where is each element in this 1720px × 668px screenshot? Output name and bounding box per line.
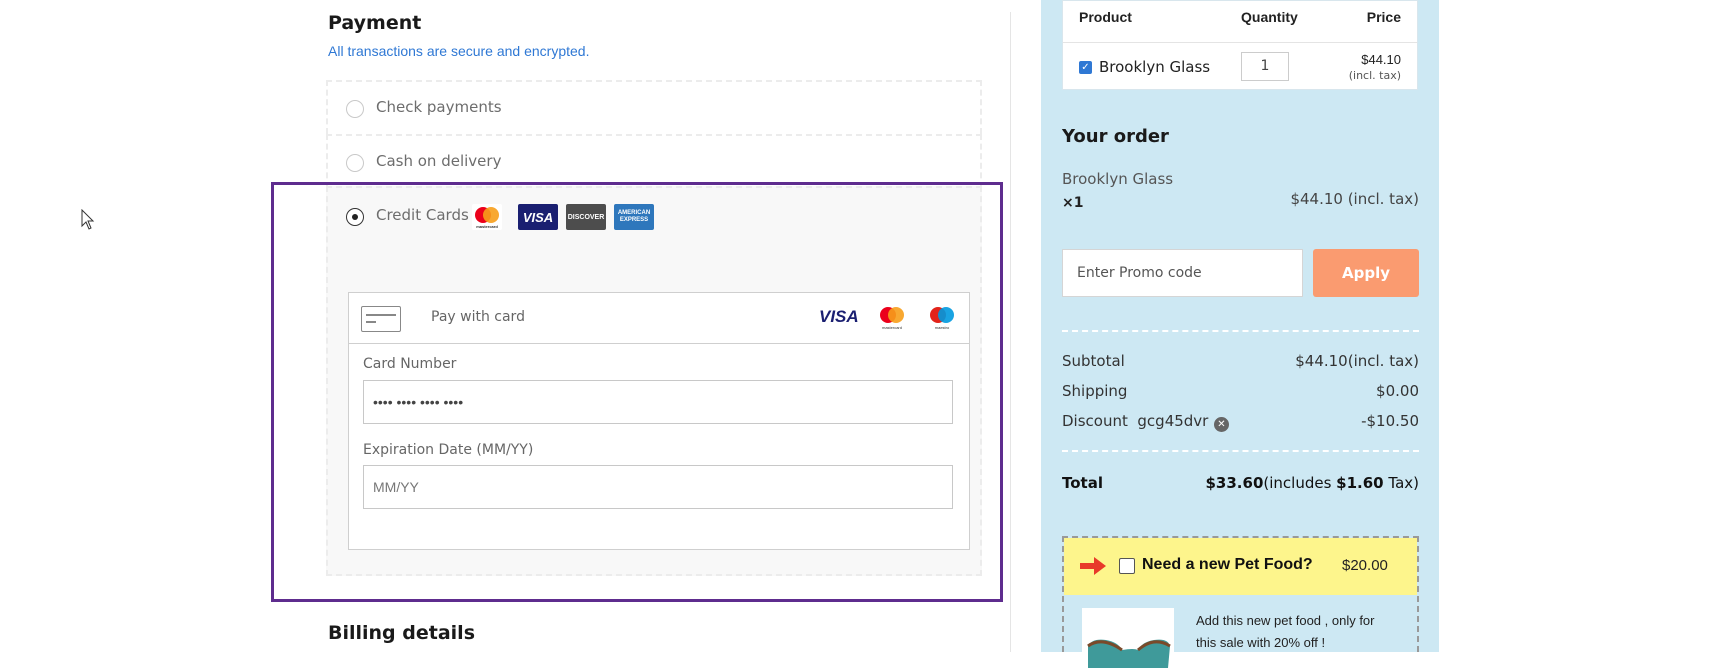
- column-header-product: Product: [1079, 9, 1132, 25]
- arrow-right-icon: [1080, 556, 1106, 576]
- total-label: Total: [1062, 474, 1103, 492]
- total-value: $33.60(includes $1.60 Tax): [1206, 474, 1420, 492]
- selection-highlight: [271, 182, 1003, 602]
- product-name: Brooklyn Glass: [1099, 58, 1211, 76]
- upsell-bar: Need a new Pet Food? $20.00: [1064, 538, 1417, 595]
- divider: [1062, 330, 1419, 332]
- radio-cash-on-delivery[interactable]: [346, 154, 364, 172]
- apply-promo-button[interactable]: Apply: [1313, 249, 1419, 297]
- billing-details-title: Billing details: [328, 622, 475, 644]
- total-tax-suffix: Tax): [1383, 474, 1419, 492]
- payment-option-label: Cash on delivery: [376, 152, 502, 170]
- table-row: ✓ Brooklyn Glass 1 $44.10 (incl. tax): [1063, 42, 1417, 90]
- quantity-input[interactable]: 1: [1241, 52, 1289, 81]
- column-header-price: Price: [1366, 9, 1401, 25]
- shipping-value: $0.00: [1376, 382, 1419, 400]
- product-tax-note: (incl. tax): [1348, 69, 1401, 82]
- divider: [1062, 450, 1419, 452]
- shipping-label: Shipping: [1062, 382, 1128, 400]
- upsell-box: Need a new Pet Food? $20.00 Add this new…: [1062, 536, 1419, 668]
- upsell-description: Add this new pet food , only for this sa…: [1196, 613, 1375, 650]
- remove-discount-icon[interactable]: ✕: [1214, 417, 1229, 432]
- total-tax: $1.60: [1336, 474, 1384, 492]
- payment-title: Payment: [328, 12, 422, 34]
- discount-label-text: Discount: [1062, 412, 1128, 430]
- total-includes-prefix: (includes: [1263, 474, 1337, 492]
- upsell-checkbox[interactable]: [1119, 558, 1135, 574]
- subtotal-label: Subtotal: [1062, 352, 1125, 370]
- order-item-price: $44.10 (incl. tax): [1290, 190, 1419, 208]
- discount-label: Discount gcg45dvr: [1062, 412, 1208, 430]
- your-order-title: Your order: [1062, 126, 1169, 147]
- column-header-quantity: Quantity: [1241, 9, 1298, 25]
- column-divider: [1010, 12, 1011, 652]
- product-price: $44.10: [1361, 52, 1401, 67]
- discount-value: -$10.50: [1361, 412, 1419, 430]
- total-amount: $33.60: [1205, 474, 1264, 492]
- order-item-quantity: ×1: [1062, 195, 1084, 211]
- promo-code-input[interactable]: Enter Promo code: [1062, 249, 1303, 297]
- radio-check-payments[interactable]: [346, 100, 364, 118]
- product-table: Product Quantity Price ✓ Brooklyn Glass …: [1062, 0, 1418, 90]
- payment-option-check[interactable]: Check payments: [326, 80, 982, 134]
- upsell-product-image: [1082, 608, 1174, 668]
- order-item-name: Brooklyn Glass: [1062, 170, 1174, 188]
- product-checkbox[interactable]: ✓: [1079, 61, 1092, 74]
- mouse-cursor-icon: [81, 208, 95, 235]
- payment-subtitle: All transactions are secure and encrypte…: [328, 43, 590, 59]
- subtotal-value: $44.10(incl. tax): [1295, 352, 1419, 370]
- payment-option-cod[interactable]: Cash on delivery: [326, 134, 982, 188]
- upsell-price: $20.00: [1342, 557, 1388, 574]
- discount-code: gcg45dvr: [1137, 412, 1209, 430]
- upsell-title: Need a new Pet Food?: [1142, 556, 1313, 573]
- payment-option-label: Check payments: [376, 98, 502, 116]
